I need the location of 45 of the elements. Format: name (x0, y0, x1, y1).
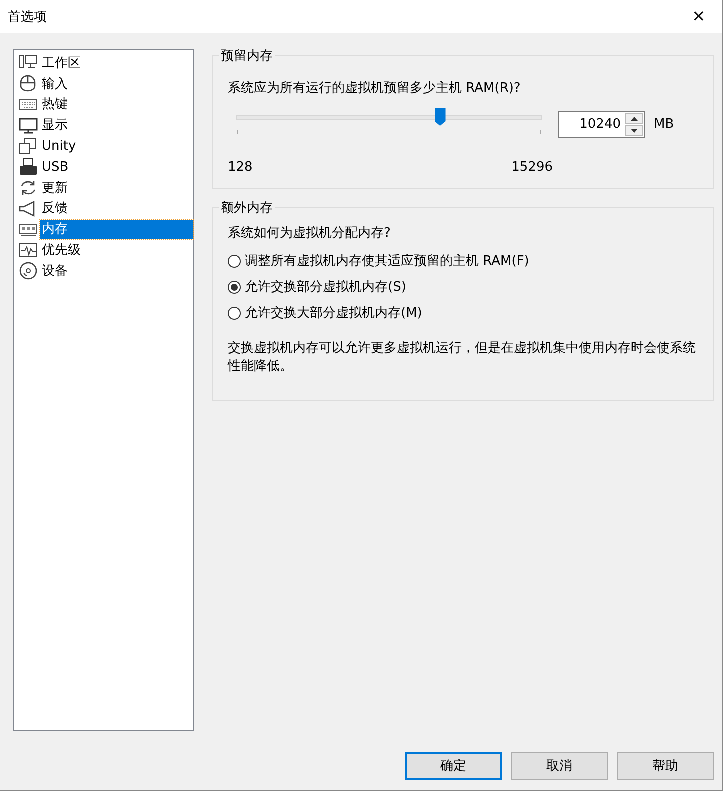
sidebar-item[interactable]: 输入 (40, 74, 70, 94)
spin-down-button[interactable] (625, 125, 643, 136)
radio-label[interactable]: 调整所有虚拟机内存使其适应预留的主机 RAM(F) (245, 252, 530, 270)
radio-label[interactable]: 允许交换大部分虚拟机内存(M) (245, 304, 422, 322)
sidebar-item[interactable]: 优先级 (40, 241, 83, 260)
monitor-icon (19, 116, 38, 135)
radio-button[interactable] (228, 306, 241, 320)
refresh-icon (19, 179, 38, 198)
radio-button[interactable] (228, 280, 241, 294)
sidebar-item[interactable]: 显示 (40, 116, 70, 136)
number-field[interactable]: 10240 (558, 111, 645, 138)
sidebar-item[interactable]: 内存 (40, 220, 193, 240)
sidebar-item[interactable]: Unity (40, 137, 78, 156)
dialog-button[interactable]: 取消 (511, 752, 608, 780)
sidebar-item[interactable]: 热键 (40, 95, 70, 114)
max-label: 15296 (512, 160, 553, 175)
sidebar-item[interactable]: 工作区 (40, 54, 83, 73)
group-title: 额外内存 (219, 199, 275, 217)
usb-icon (19, 158, 38, 176)
sidebar-item[interactable]: USB (40, 158, 71, 177)
question-text: 系统如何为虚拟机分配内存? (228, 225, 392, 242)
spin-up-button[interactable] (625, 113, 643, 124)
close-button[interactable]: ✕ (676, 0, 722, 33)
tick-mark (540, 130, 541, 134)
note-text: 交换虚拟机内存可以允许更多虚拟机运行，但是在虚拟机集中使用内存时会使系统性能降低。 (228, 340, 697, 376)
slider-thumb[interactable] (434, 108, 446, 126)
pulse-icon (19, 242, 38, 260)
up-arrow-icon (630, 116, 638, 120)
tick-mark (237, 130, 238, 134)
window-title: 首选项 (8, 8, 47, 26)
sidebar-item[interactable]: 设备 (40, 262, 70, 281)
sidebar-item[interactable]: 反馈 (40, 199, 70, 218)
mouse-icon (19, 75, 38, 94)
sidebar-item[interactable]: 更新 (40, 178, 70, 198)
disc-icon (19, 262, 38, 280)
down-arrow-icon (630, 128, 638, 132)
radio-label[interactable]: 允许交换部分虚拟机内存(S) (245, 278, 406, 296)
question-text: 系统应为所有运行的虚拟机预留多少主机 RAM(R)? (228, 80, 522, 97)
dialog-button[interactable]: 帮助 (617, 752, 714, 780)
min-label: 128 (228, 160, 253, 175)
dialog-button[interactable]: 确定 (405, 752, 502, 780)
unit-label: MB (654, 117, 674, 132)
radio-button[interactable] (228, 254, 241, 268)
group-title: 预留内存 (219, 47, 275, 65)
windows-icon (19, 138, 38, 156)
